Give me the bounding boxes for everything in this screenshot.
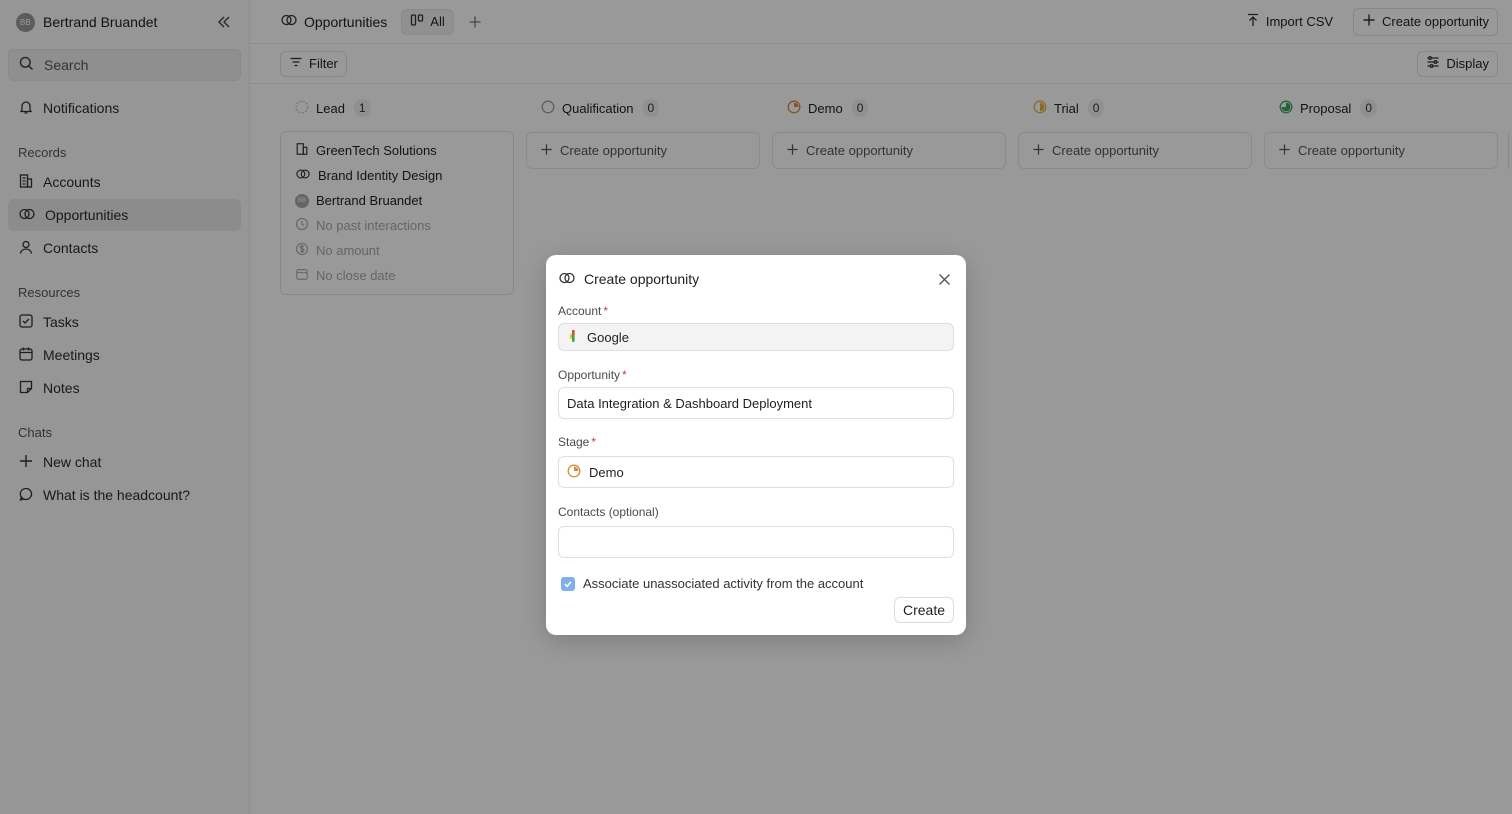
contacts-label: Contacts (optional): [558, 505, 659, 519]
associate-activity-checkbox[interactable]: [561, 576, 575, 591]
opportunity-name-input[interactable]: Data Integration & Dashboard Deployment: [558, 387, 954, 419]
close-icon[interactable]: [934, 269, 954, 289]
required-mark: *: [591, 435, 597, 449]
contacts-input[interactable]: [558, 526, 954, 558]
dialog-title: Create opportunity: [584, 271, 700, 287]
associate-activity-label: Associate unassociated activity from the…: [583, 576, 864, 591]
account-field[interactable]: Google: [558, 323, 954, 351]
opportunity-rings-icon: [558, 270, 576, 289]
stage-select[interactable]: Demo: [558, 456, 954, 488]
required-mark: *: [603, 304, 609, 318]
account-value: Google: [587, 329, 629, 345]
associate-activity-row: Associate unassociated activity from the…: [558, 576, 954, 591]
create-opportunity-dialog: Create opportunity Account * Google Oppor…: [546, 255, 966, 635]
field-label-text: Account: [558, 304, 602, 318]
google-logo-icon: [567, 329, 579, 346]
create-button[interactable]: Create: [893, 597, 954, 623]
stage-label: Stage *: [558, 434, 954, 450]
field-label-text: Stage: [558, 435, 590, 449]
dialog-header: Create opportunity: [558, 255, 954, 303]
opportunity-label: Opportunity *: [558, 367, 954, 383]
opportunity-value: Data Integration & Dashboard Deployment: [567, 395, 812, 411]
account-label: Account *: [558, 303, 954, 319]
stage-quarter-icon: [567, 464, 581, 481]
stage-value: Demo: [589, 464, 624, 480]
field-label-text: Opportunity: [558, 368, 621, 382]
required-mark: *: [622, 368, 627, 382]
